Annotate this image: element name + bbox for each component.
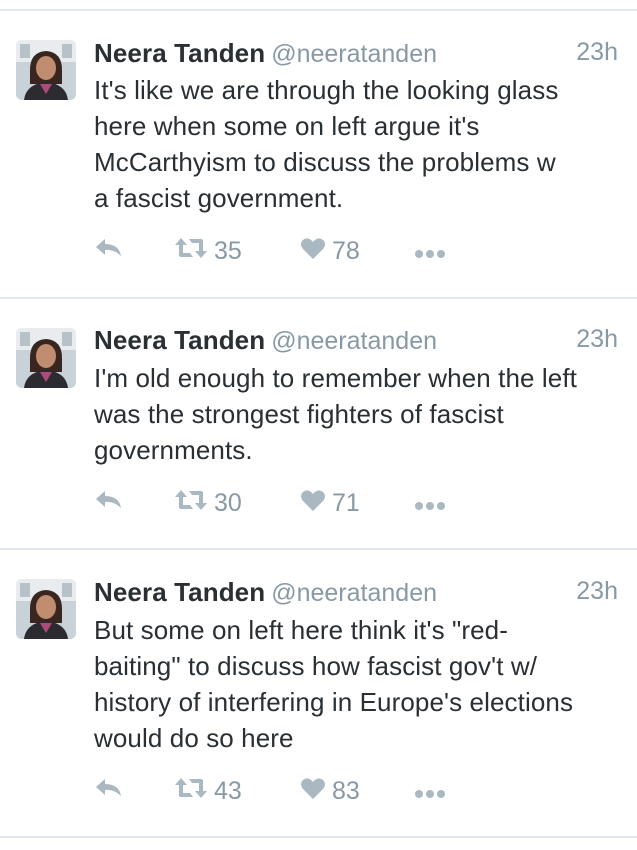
tweet-text-line: would do so here	[94, 723, 294, 753]
retweet-icon	[174, 776, 208, 807]
more-button[interactable]	[414, 774, 446, 808]
more-dots-icon	[414, 489, 446, 518]
like-button[interactable]: 71	[300, 486, 360, 520]
tweet-timestamp[interactable]: 23h	[576, 325, 618, 354]
reply-icon	[94, 237, 124, 266]
like-count: 78	[332, 236, 360, 265]
divider	[0, 297, 637, 299]
tweet-text-line: history of interfering in Europe's elect…	[94, 687, 574, 717]
heart-icon	[300, 236, 326, 267]
heart-icon	[300, 776, 326, 807]
avatar-image	[16, 328, 76, 388]
reply-button[interactable]	[94, 486, 124, 520]
author-handle[interactable]: @neeratanden	[271, 40, 437, 68]
tweet-text: It's like we are through the looking gla…	[94, 72, 624, 216]
like-button[interactable]: 83	[300, 774, 360, 808]
tweet-timeline: Neera Tanden @neeratanden 23h It's like w…	[0, 0, 637, 850]
tweet-actions: 30 71	[94, 486, 614, 520]
tweet-text-line: governments.	[94, 435, 253, 465]
more-dots-icon	[414, 777, 446, 806]
tweet-text-line: was the strongest fighters of fascist	[94, 399, 504, 429]
author-name[interactable]: Neera Tanden	[94, 325, 265, 355]
retweet-button[interactable]: 35	[174, 234, 242, 268]
retweet-button[interactable]: 43	[174, 774, 242, 808]
tweet-header: Neera Tanden @neeratanden 23h	[94, 325, 618, 357]
tweet-text-line: I'm old enough to remember when the left	[94, 363, 578, 393]
heart-icon	[300, 488, 326, 519]
divider	[0, 548, 637, 550]
tweet-timestamp[interactable]: 23h	[576, 38, 618, 67]
avatar[interactable]	[16, 328, 76, 388]
reply-icon	[94, 489, 124, 518]
tweet-actions: 35 78	[94, 234, 614, 268]
tweet-text-line: baiting" to discuss how fascist gov't w/	[94, 651, 538, 681]
tweet-text-line: McCarthyism to discuss the problems w	[94, 147, 556, 177]
avatar-image	[16, 579, 76, 639]
author-name[interactable]: Neera Tanden	[94, 577, 265, 607]
like-count: 83	[332, 776, 360, 805]
divider	[0, 9, 637, 11]
tweet-text: I'm old enough to remember when the left…	[94, 360, 624, 468]
tweet-text-line: It's like we are through the looking gla…	[94, 75, 559, 105]
tweet-text-line: But some on left here think it's "red-	[94, 615, 508, 645]
reply-icon	[94, 777, 124, 806]
divider	[0, 836, 637, 838]
avatar[interactable]	[16, 579, 76, 639]
tweet-actions: 43 83	[94, 774, 614, 808]
tweet-timestamp[interactable]: 23h	[576, 577, 618, 606]
more-button[interactable]	[414, 234, 446, 268]
retweet-count: 30	[214, 488, 242, 517]
like-count: 71	[332, 488, 360, 517]
author-handle[interactable]: @neeratanden	[271, 327, 437, 355]
tweet-text-line: here when some on left argue it's	[94, 111, 480, 141]
tweet-header: Neera Tanden @neeratanden 23h	[94, 577, 618, 609]
retweet-button[interactable]: 30	[174, 486, 242, 520]
like-button[interactable]: 78	[300, 234, 360, 268]
author-handle[interactable]: @neeratanden	[271, 579, 437, 607]
more-button[interactable]	[414, 486, 446, 520]
retweet-icon	[174, 488, 208, 519]
reply-button[interactable]	[94, 774, 124, 808]
avatar-image	[16, 40, 76, 100]
retweet-count: 43	[214, 776, 242, 805]
tweet-text-line: a fascist government.	[94, 183, 344, 213]
tweet-text: But some on left here think it's "red- b…	[94, 612, 624, 756]
author-name[interactable]: Neera Tanden	[94, 38, 265, 68]
avatar[interactable]	[16, 40, 76, 100]
retweet-icon	[174, 236, 208, 267]
reply-button[interactable]	[94, 234, 124, 268]
more-dots-icon	[414, 237, 446, 266]
retweet-count: 35	[214, 236, 242, 265]
tweet-header: Neera Tanden @neeratanden 23h	[94, 38, 618, 70]
